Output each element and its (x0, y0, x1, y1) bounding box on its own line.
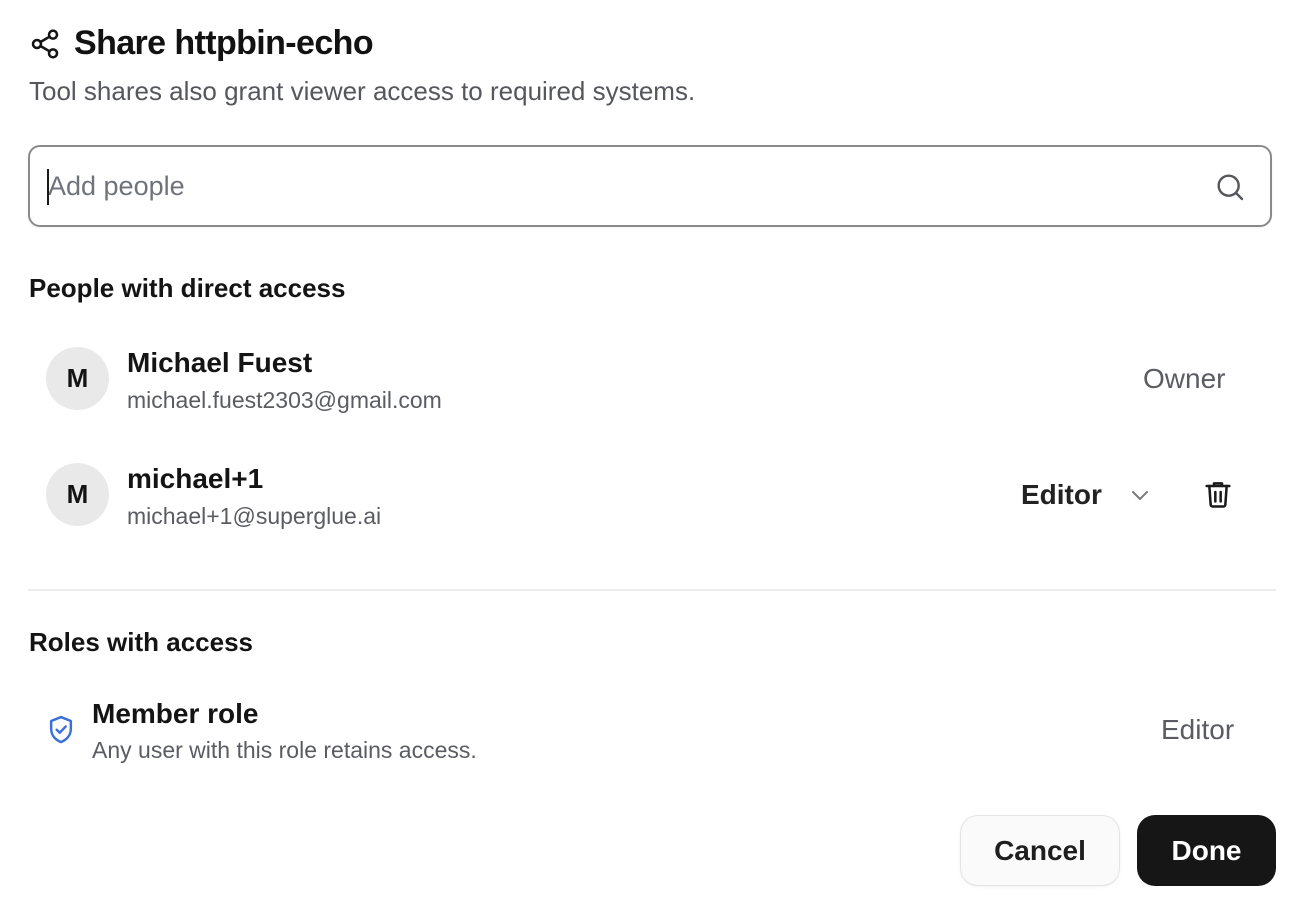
role-description: Any user with this role retains access. (92, 737, 477, 763)
share-dialog: Share httpbin-echo Tool shares also gran… (0, 0, 1312, 916)
remove-person-button[interactable] (1201, 477, 1235, 511)
add-people-field[interactable] (28, 145, 1272, 227)
roles-section-title: Roles with access (29, 627, 253, 657)
shield-check-icon (46, 714, 76, 746)
avatar: M (46, 463, 109, 526)
search-icon[interactable] (1214, 171, 1246, 203)
section-divider (28, 589, 1276, 591)
done-button[interactable]: Done (1137, 815, 1276, 886)
role-name: Member role (92, 698, 259, 729)
role-row-member: Member role Any user with this role reta… (44, 698, 1264, 768)
person-row-owner: M Michael Fuest michael.fuest2303@gmail.… (46, 347, 1246, 415)
share-icon (28, 27, 62, 61)
trash-icon (1205, 482, 1231, 508)
add-people-input[interactable] (46, 147, 1198, 225)
dialog-header: Share httpbin-echo (28, 24, 374, 63)
chevron-down-icon (1128, 483, 1152, 507)
person-name: Michael Fuest (127, 347, 313, 378)
person-row-editor: M michael+1 michael+1@superglue.ai Edito… (46, 463, 1246, 531)
role-access-level: Editor (1161, 714, 1235, 745)
person-role-dropdown[interactable]: Editor (1021, 479, 1152, 511)
person-name: michael+1 (127, 463, 264, 494)
text-cursor (47, 169, 49, 205)
avatar: M (46, 347, 109, 410)
dialog-title: Share httpbin-echo (74, 24, 374, 62)
cancel-button[interactable]: Cancel (960, 815, 1120, 886)
dialog-subtitle: Tool shares also grant viewer access to … (29, 76, 696, 106)
person-email: michael+1@superglue.ai (127, 503, 382, 529)
person-email: michael.fuest2303@gmail.com (127, 387, 442, 413)
person-role-owner: Owner (1143, 363, 1226, 394)
people-section-title: People with direct access (29, 273, 346, 303)
role-dropdown-value: Editor (1021, 479, 1102, 510)
